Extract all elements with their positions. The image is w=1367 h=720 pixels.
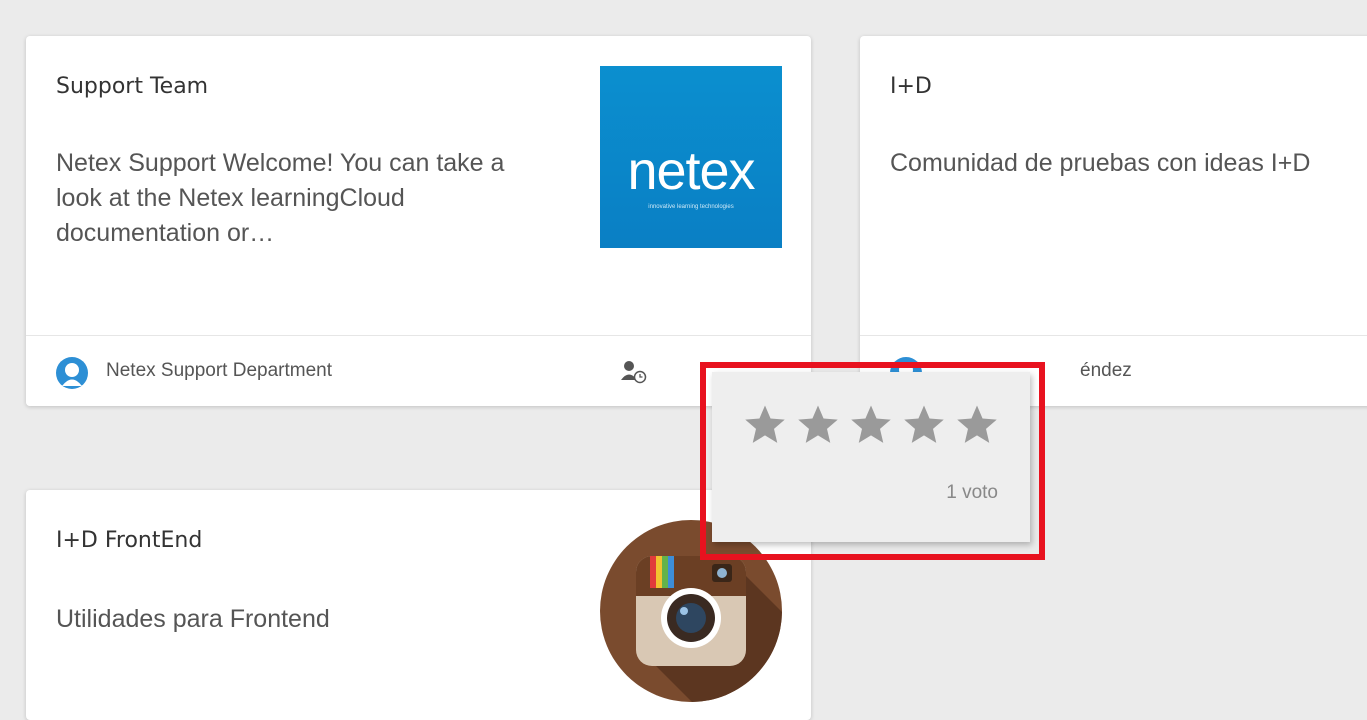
card-description: Comunidad de pruebas con ideas I+D [890, 149, 1311, 177]
community-card-id[interactable]: I+D Comunidad de pruebas con ideas I+D é… [860, 36, 1367, 406]
card-description: Utilidades para Frontend [56, 605, 330, 633]
card-title[interactable]: I+D FrontEnd [56, 528, 202, 553]
community-card-support-team[interactable]: Support Team Netex Support Welcome! You … [26, 36, 811, 406]
netex-logo: netex innovative learning technologies [600, 66, 782, 248]
community-card-id-frontend[interactable]: I+D FrontEnd Utilidades para Frontend [26, 490, 811, 720]
member-clock-icon[interactable] [620, 360, 648, 384]
user-avatar-icon [56, 357, 88, 389]
highlight-box [700, 362, 1045, 560]
card-footer: Netex Support Department [26, 335, 811, 406]
card-title[interactable]: I+D [890, 74, 932, 99]
logo-tagline: innovative learning technologies [648, 204, 734, 210]
owner-name[interactable]: Netex Support Department [106, 360, 332, 382]
card-description: Netex Support Welcome! You can take a lo… [56, 149, 505, 247]
logo-word: netex [627, 141, 755, 201]
card-title[interactable]: Support Team [56, 74, 208, 99]
owner-name[interactable]: éndez [1080, 360, 1132, 382]
